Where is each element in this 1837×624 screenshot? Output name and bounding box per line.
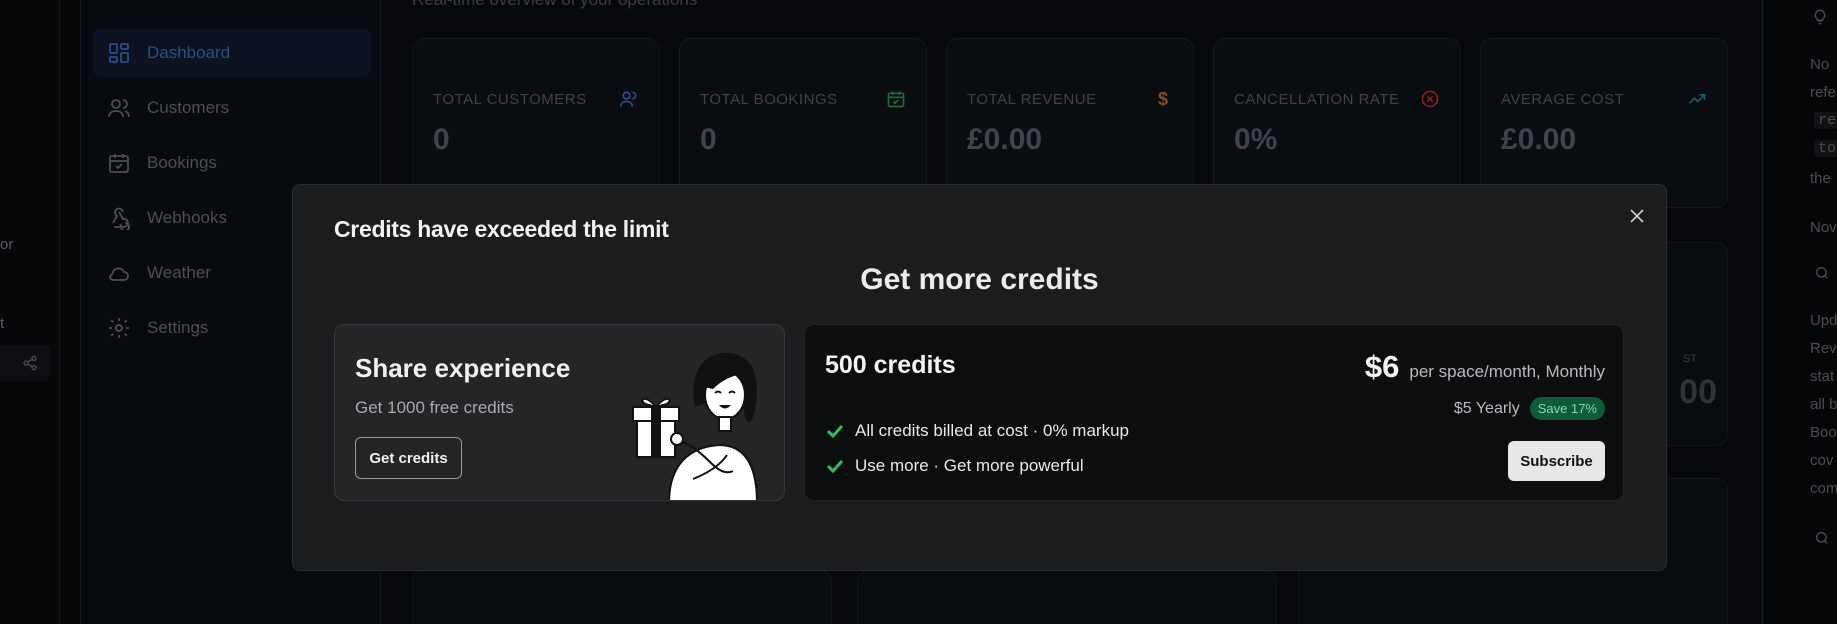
yearly-price: $5 Yearly bbox=[1453, 399, 1520, 417]
feature-text: All credits billed at cost · 0% markup bbox=[855, 421, 1129, 440]
price-row: $6 per space/month, Monthly bbox=[1365, 349, 1605, 385]
plan-price: $6 bbox=[1364, 349, 1400, 384]
close-icon bbox=[1630, 209, 1644, 223]
check-icon bbox=[826, 459, 844, 474]
share-experience-card: Share experience Get 1000 free credits G… bbox=[334, 324, 785, 501]
share-heading: Share experience bbox=[355, 353, 571, 383]
plan-price-description: per space/month, Monthly bbox=[1409, 362, 1605, 381]
plan-card: 500 credits $6 per space/month, Monthly … bbox=[804, 324, 1624, 501]
feature-item: Use more · Get more powerful bbox=[825, 456, 1084, 476]
check-icon bbox=[826, 424, 844, 439]
modal-title: Credits have exceeded the limit bbox=[334, 216, 669, 242]
credits-modal: Credits have exceeded the limit Get more… bbox=[292, 184, 1667, 571]
feature-text: Use more · Get more powerful bbox=[855, 456, 1084, 475]
share-description: Get 1000 free credits bbox=[355, 398, 514, 417]
yearly-row: $5 Yearly Save 17% bbox=[1454, 397, 1605, 420]
save-badge: Save 17% bbox=[1529, 397, 1605, 420]
close-button[interactable] bbox=[1626, 205, 1648, 227]
modal-subtitle: Get more credits bbox=[860, 263, 1099, 296]
get-credits-button[interactable]: Get credits bbox=[355, 437, 462, 479]
subscribe-button[interactable]: Subscribe bbox=[1508, 441, 1605, 481]
plan-name: 500 credits bbox=[825, 351, 956, 379]
gift-illustration-icon bbox=[632, 352, 758, 500]
feature-item: All credits billed at cost · 0% markup bbox=[825, 421, 1129, 441]
